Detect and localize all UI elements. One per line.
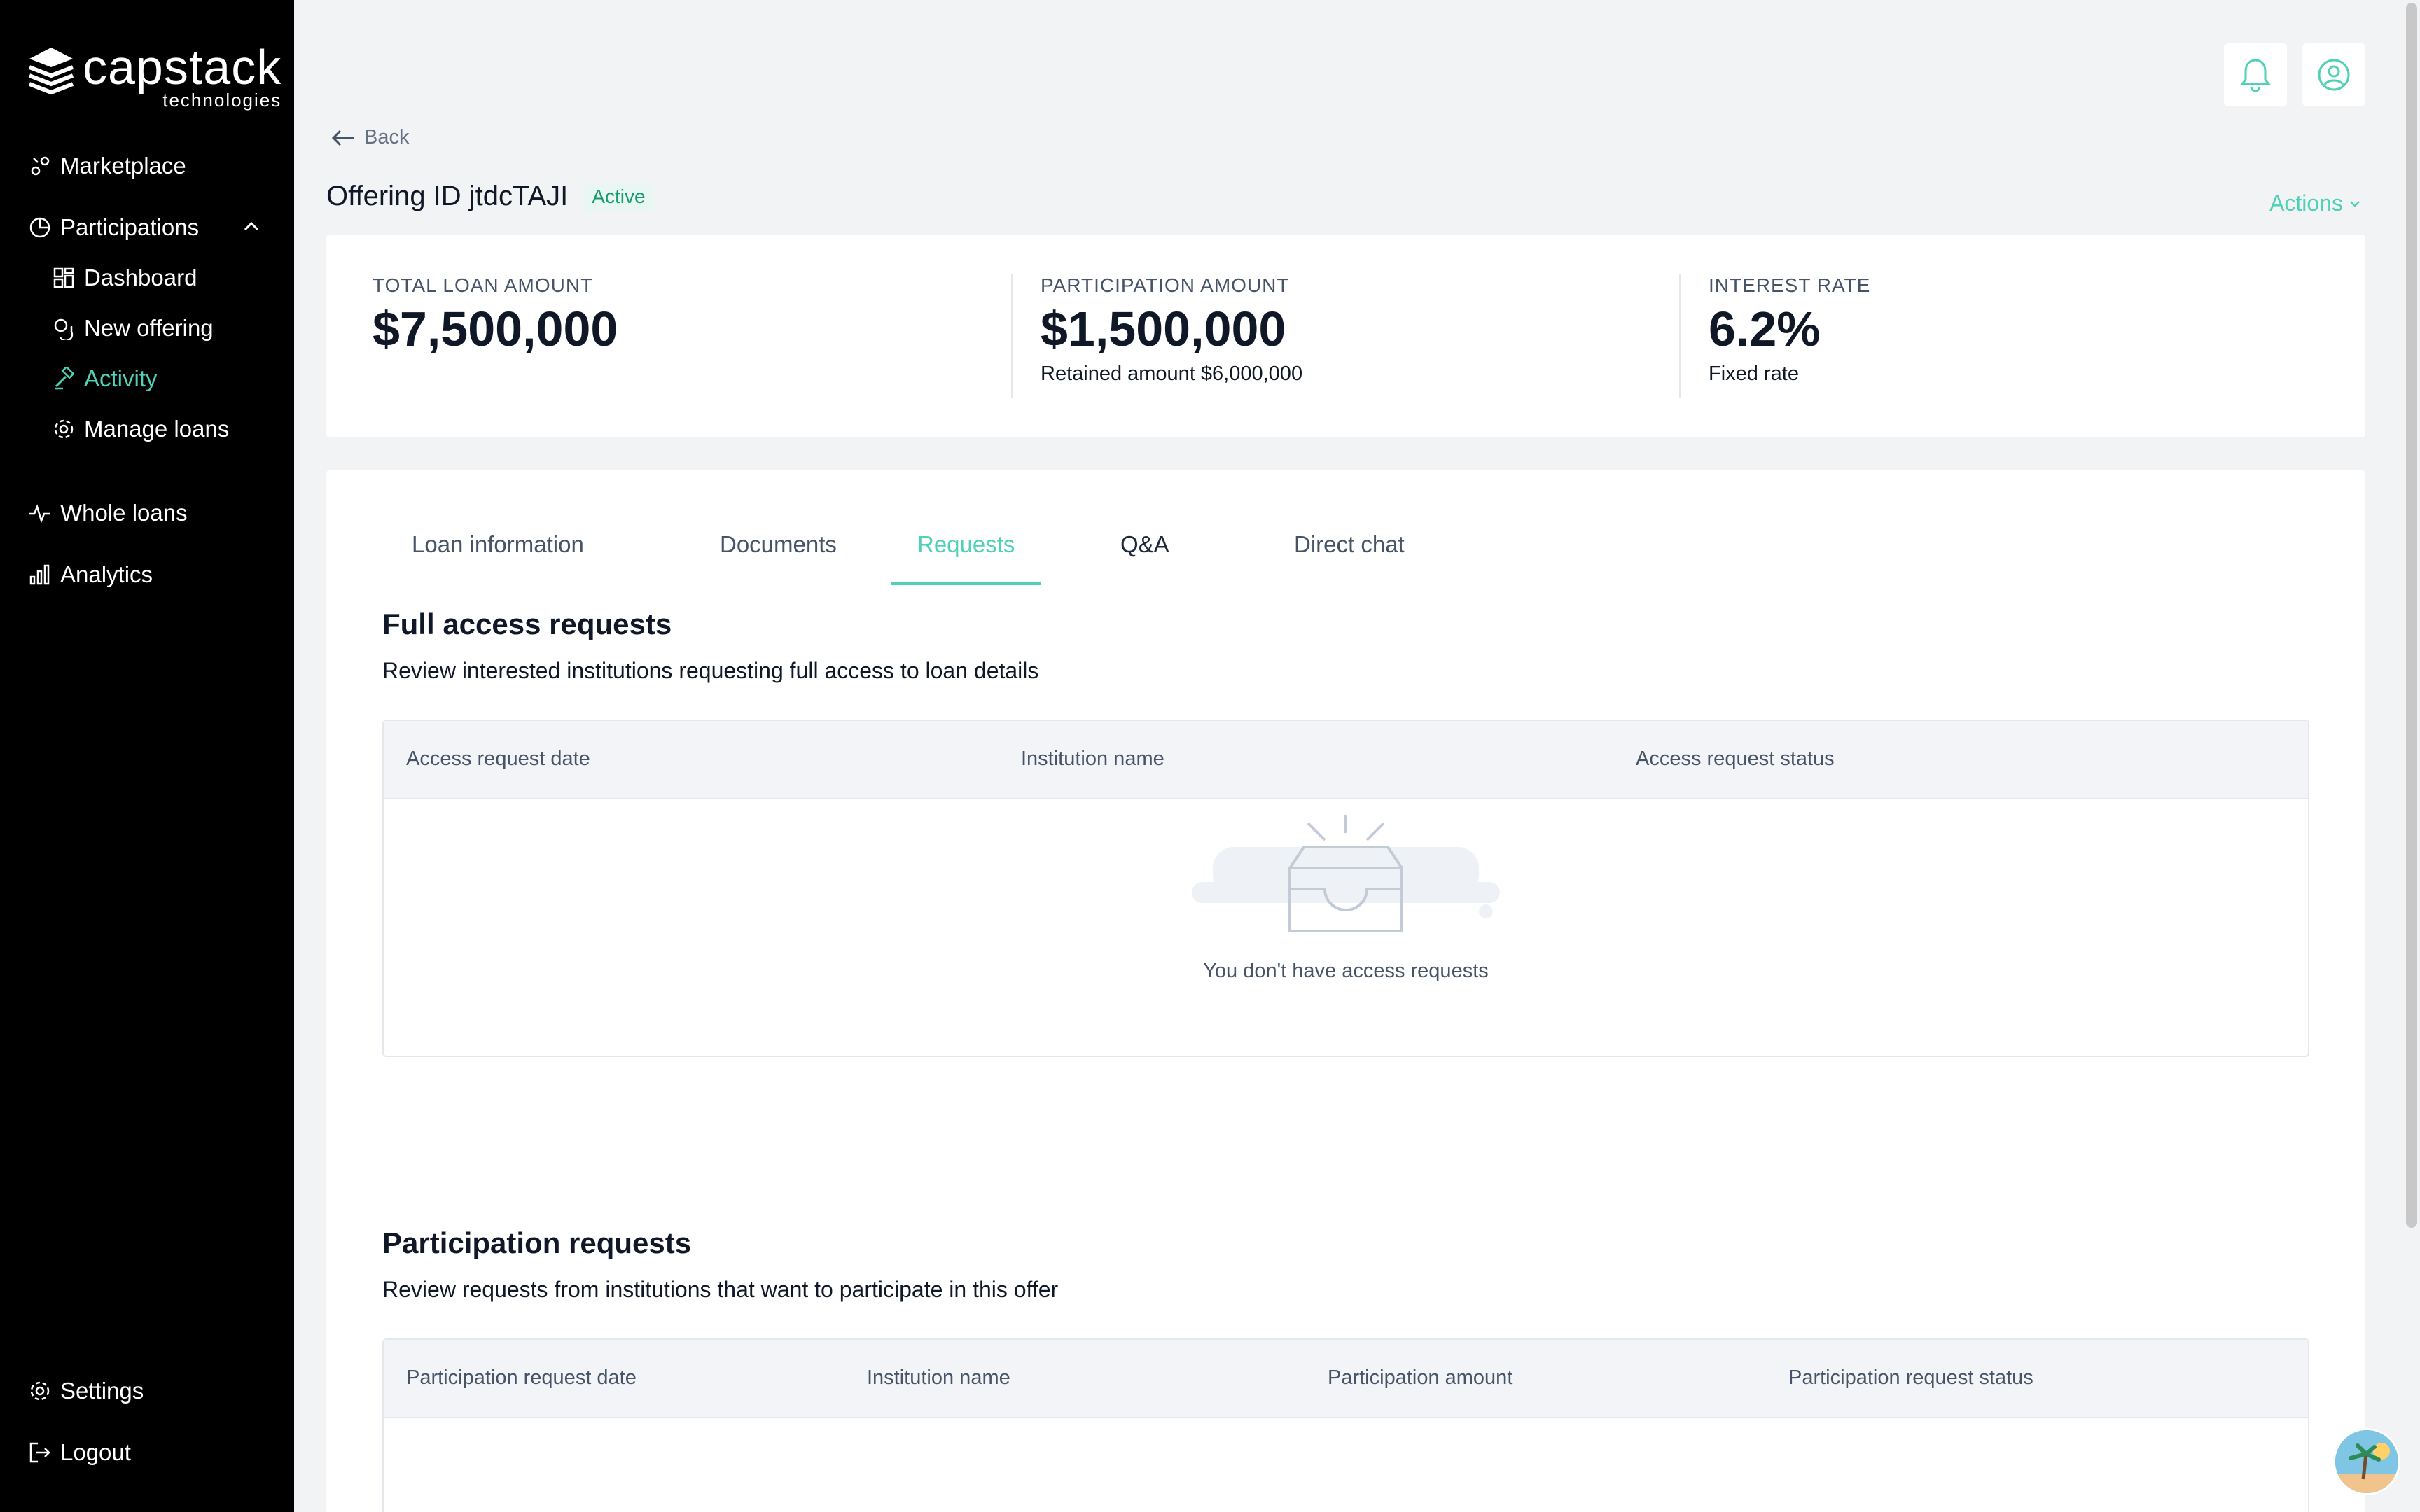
table-header: Participation request date Institution n… [384, 1340, 2308, 1418]
stat-total-loan: TOTAL LOAN AMOUNT $7,500,000 [373, 274, 618, 357]
stack-logo-icon [28, 48, 74, 95]
sidebar-item-logout[interactable]: Logout [28, 1435, 131, 1470]
stat-value: 6.2% [1709, 302, 1821, 356]
status-badge: Active [583, 182, 654, 211]
stat-value: $7,500,000 [373, 302, 618, 356]
sidebar-item-analytics[interactable]: Analytics [28, 557, 153, 592]
actions-dropdown[interactable]: Actions [2269, 190, 2363, 216]
notifications-button[interactable] [2224, 43, 2287, 106]
sidebar-item-label: New offering [84, 315, 214, 341]
loan-stats-card: TOTAL LOAN AMOUNT $7,500,000 PARTICIPATI… [326, 235, 2365, 437]
sidebar-item-activity[interactable]: Activity [52, 361, 158, 396]
column-header[interactable]: Participation request status [1788, 1366, 2033, 1390]
stat-label: INTEREST RATE [1709, 274, 1871, 296]
sidebar-item-settings[interactable]: Settings [28, 1373, 144, 1408]
stat-label: PARTICIPATION AMOUNT [1041, 274, 1290, 296]
sidebar-item-whole-loans[interactable]: Whole loans [28, 496, 188, 531]
table-header: Access request date Institution name Acc… [384, 721, 2308, 799]
actions-label: Actions [2269, 190, 2343, 216]
sidebar-item-label: Participations [60, 214, 200, 240]
pulse-icon [29, 504, 50, 524]
bell-icon [2239, 59, 2272, 92]
tab-direct-chat[interactable]: Direct chat [1267, 526, 1431, 585]
gear-icon [54, 419, 74, 439]
column-header[interactable]: Access request status [1636, 748, 1835, 771]
sidebar-item-marketplace[interactable]: Marketplace [28, 148, 186, 183]
dashboard-icon [53, 267, 74, 288]
pie-chart-icon [29, 217, 50, 238]
help-chat-avatar[interactable] [2333, 1428, 2400, 1495]
empty-inbox-icon [1192, 815, 1500, 932]
beach-avatar-icon [2335, 1430, 2398, 1493]
settings-icon [30, 1381, 50, 1401]
chevron-down-icon [2350, 200, 2360, 207]
sidebar-item-label: Marketplace [60, 153, 186, 178]
back-label: Back [364, 126, 410, 148]
sidebar-item-label: Manage loans [84, 416, 230, 442]
column-header[interactable]: Access request date [406, 748, 590, 771]
column-header[interactable]: Institution name [867, 1366, 1010, 1390]
tab-bar: Loan information Documents Requests Q&A … [326, 526, 2365, 585]
tab-loan-information[interactable]: Loan information [385, 526, 611, 585]
column-header[interactable]: Institution name [1021, 748, 1164, 771]
profile-button[interactable] [2302, 43, 2365, 106]
bar-chart-icon [29, 564, 50, 585]
section-title: Full access requests [382, 608, 672, 640]
column-header[interactable]: Participation request date [406, 1366, 637, 1390]
stat-label: TOTAL LOAN AMOUNT [373, 274, 594, 296]
stat-participation-amount: PARTICIPATION AMOUNT $1,500,000 Retained… [1041, 274, 1302, 386]
back-link[interactable]: Back [331, 126, 409, 149]
participation-requests-table: Participation request date Institution n… [382, 1338, 2309, 1512]
sidebar-item-manage-loans[interactable]: Manage loans [52, 412, 229, 447]
sidebar-item-label: Dashboard [84, 265, 197, 290]
gavel-icon [55, 367, 75, 390]
sidebar-item-label: Analytics [60, 561, 153, 587]
page-title: Offering ID jtdcTAJI [326, 181, 569, 211]
stat-interest-rate: INTEREST RATE 6.2% Fixed rate [1709, 274, 1870, 386]
sidebar-item-label: Whole loans [60, 500, 188, 526]
tab-qa[interactable]: Q&A [1094, 526, 1196, 585]
brand-sub: technologies [162, 90, 282, 111]
sidebar-item-label: Settings [60, 1378, 144, 1404]
brand-name: capstack [83, 40, 282, 94]
brand-logo[interactable]: capstack technologies [28, 41, 281, 109]
section-title: Participation requests [382, 1226, 692, 1259]
user-circle-icon [2318, 59, 2350, 91]
chevron-up-icon[interactable] [241, 216, 262, 237]
empty-state-text: You don't have access requests [1203, 960, 1489, 982]
stat-sub: Retained amount $6,000,000 [1041, 363, 1303, 385]
sidebar-item-dashboard[interactable]: Dashboard [52, 260, 197, 295]
stat-sub: Fixed rate [1709, 363, 1799, 385]
page-scrollbar[interactable] [2406, 3, 2417, 1228]
section-subtitle: Review requests from institutions that w… [382, 1277, 1059, 1302]
stat-value: $1,500,000 [1041, 302, 1286, 356]
coins-icon [54, 318, 74, 340]
access-requests-table: Access request date Institution name Acc… [382, 720, 2309, 1057]
offering-detail-card: Loan information Documents Requests Q&A … [326, 470, 2365, 1512]
sidebar-item-participations[interactable]: Participations [28, 210, 199, 245]
sidebar-item-label: Activity [84, 365, 158, 391]
sidebar-item-label: Logout [60, 1439, 131, 1465]
logout-icon [29, 1442, 50, 1463]
section-subtitle: Review interested institutions requestin… [382, 658, 1039, 683]
tab-requests[interactable]: Requests [891, 526, 1042, 585]
sidebar: capstack technologies Marketplace Partic… [0, 0, 294, 1512]
sidebar-item-new-offering[interactable]: New offering [52, 311, 214, 346]
arrow-left-icon [331, 130, 354, 146]
stat-divider [1011, 274, 1013, 398]
column-header[interactable]: Participation amount [1328, 1366, 1512, 1390]
marketplace-icon [31, 156, 50, 176]
empty-state: You don't have access requests [384, 812, 2308, 983]
tab-documents[interactable]: Documents [693, 526, 863, 585]
stat-divider [1679, 274, 1681, 398]
